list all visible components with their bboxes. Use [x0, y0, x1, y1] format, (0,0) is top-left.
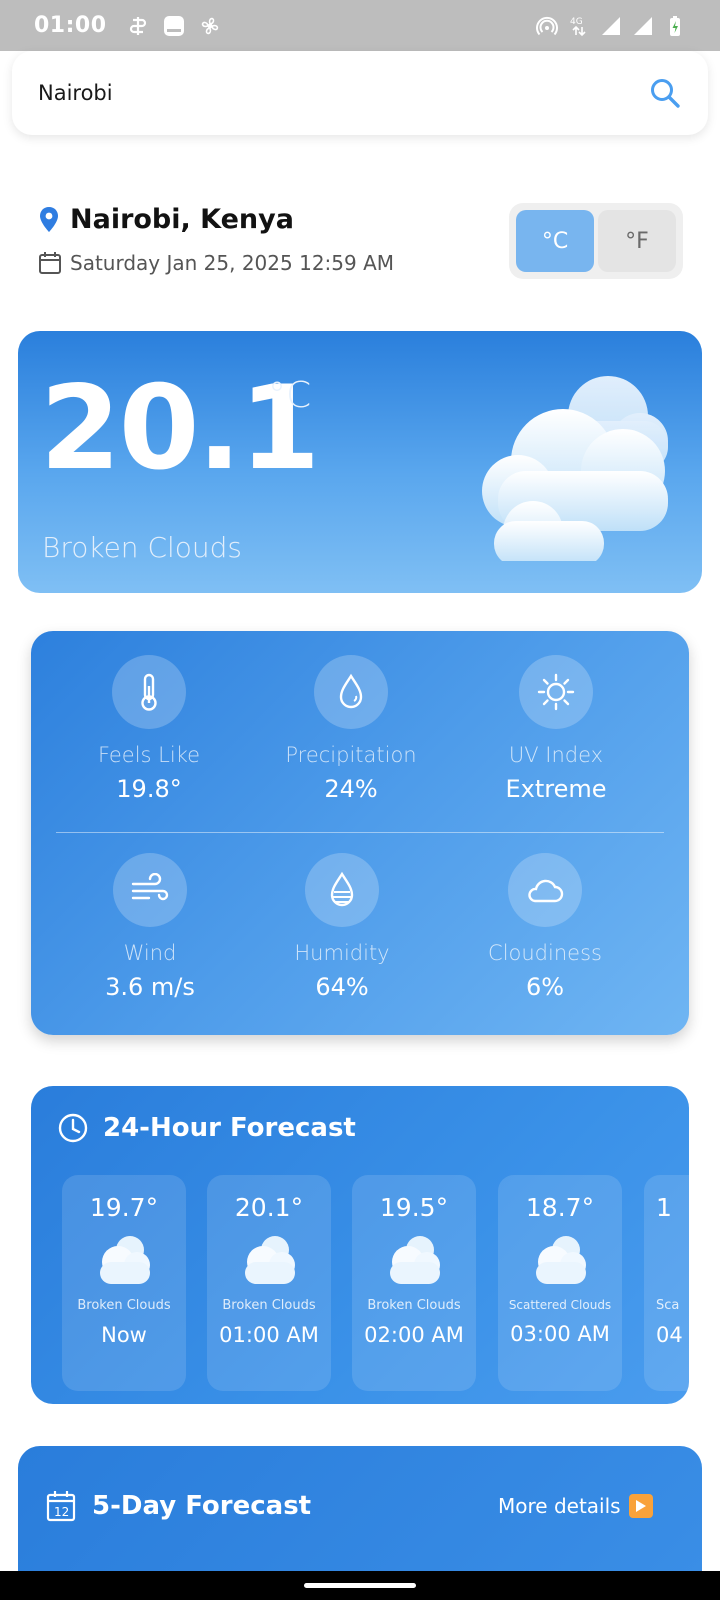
- search-bar: [12, 51, 708, 135]
- details-divider: [56, 832, 664, 833]
- detail-label: Precipitation: [285, 743, 417, 767]
- hour-temp: 19.7°: [89, 1193, 159, 1222]
- cloud-icon: [100, 1236, 150, 1284]
- date-time: Saturday Jan 25, 2025 12:59 AM: [70, 251, 395, 275]
- hour-temp: 1: [656, 1193, 672, 1222]
- hour-temp: 19.5°: [379, 1193, 449, 1222]
- cloud-icon: [536, 1236, 586, 1284]
- detail-value: Extreme: [505, 775, 607, 803]
- temperature-unit: °C: [268, 375, 312, 416]
- hour-condition: Broken Clouds: [222, 1298, 316, 1313]
- detail-value: 3.6 m/s: [105, 973, 195, 1001]
- detail-label: Feels Like: [97, 743, 201, 767]
- signal-icon: [602, 16, 620, 35]
- hour-condition: Broken Clouds: [367, 1298, 461, 1313]
- battery-charging-icon: [670, 15, 680, 36]
- network-4g-icon: 4G: [570, 17, 586, 36]
- cloud-icon: [508, 853, 582, 927]
- location-row: Nairobi, Kenya: [38, 204, 294, 235]
- square-app-icon: [163, 15, 184, 36]
- clock-icon: [58, 1113, 88, 1143]
- fahrenheit-button[interactable]: °F: [598, 210, 676, 272]
- hour-tile[interactable]: 20.1° Broken Clouds 01:00 AM: [207, 1175, 331, 1391]
- svg-text:12: 12: [54, 1505, 69, 1519]
- svg-text:4G: 4G: [570, 17, 583, 27]
- search-input[interactable]: [38, 81, 648, 105]
- hourly-title: 24-Hour Forecast: [103, 1113, 356, 1143]
- weather-details-card: Feels Like 19.8° Precipitation 24% UV In…: [31, 631, 689, 1035]
- system-nav-bar: [0, 1571, 720, 1600]
- thermometer-icon: [112, 655, 186, 729]
- hour-temp: 20.1°: [234, 1193, 304, 1222]
- detail-label: Cloudiness: [488, 941, 602, 965]
- hour-time: Now: [101, 1323, 147, 1347]
- play-icon: [628, 1494, 653, 1518]
- sun-icon: [519, 655, 593, 729]
- hour-condition: Broken Clouds: [77, 1298, 171, 1313]
- home-handle[interactable]: [304, 1583, 416, 1588]
- more-details-link[interactable]: More details: [498, 1494, 653, 1518]
- fan-icon: [201, 17, 218, 34]
- wind-icon: [113, 853, 187, 927]
- detail-label: UV Index: [508, 743, 604, 767]
- detail-label: Wind: [123, 941, 177, 965]
- calendar-icon: [39, 252, 61, 274]
- detail-label: Humidity: [294, 941, 390, 965]
- hour-time: 03:00 AM: [510, 1322, 610, 1346]
- hour-time: 02:00 AM: [364, 1323, 464, 1347]
- detail-value: 19.8°: [116, 775, 182, 803]
- hotspot-icon: [536, 16, 558, 35]
- status-right-icons: 4G: [536, 15, 686, 37]
- status-bar: 01:00 4G: [0, 0, 720, 51]
- hour-tile[interactable]: 19.5° Broken Clouds 02:00 AM: [352, 1175, 476, 1391]
- detail-value: 64%: [315, 973, 369, 1001]
- cloud-icon: [390, 1236, 440, 1284]
- current-condition: Broken Clouds: [42, 531, 243, 564]
- five-day-header: 12 5-Day Forecast: [46, 1490, 311, 1522]
- five-day-title: 5-Day Forecast: [92, 1491, 312, 1521]
- status-time: 01:00: [34, 13, 107, 38]
- unit-toggle: °C °F: [509, 203, 683, 279]
- detail-precipitation: Precipitation 24%: [251, 655, 451, 803]
- hour-tile[interactable]: 18.7° Scattered Clouds 03:00 AM: [498, 1175, 622, 1391]
- cloud-icon: [482, 376, 668, 561]
- celsius-button[interactable]: °C: [516, 210, 594, 272]
- calendar-icon: 12: [46, 1491, 76, 1522]
- sync-icon: [129, 16, 146, 35]
- hour-time: 04: [656, 1323, 683, 1347]
- status-left-icons: [127, 15, 221, 37]
- cloud-icon: [245, 1236, 295, 1284]
- current-weather-card: 20.1 °C Broken Clouds: [18, 331, 702, 593]
- detail-humidity: Humidity 64%: [242, 853, 442, 1001]
- detail-uv-index: UV Index Extreme: [456, 655, 656, 803]
- hour-temp: 18.7°: [525, 1193, 595, 1222]
- humidity-icon: [305, 853, 379, 927]
- detail-value: 6%: [525, 973, 565, 1001]
- location-pin-icon: [40, 206, 58, 232]
- hourly-header: 24-Hour Forecast: [57, 1112, 356, 1144]
- hour-condition: Scattered Clouds: [508, 1298, 612, 1312]
- search-icon[interactable]: [648, 76, 682, 110]
- more-details-label: More details: [498, 1494, 621, 1518]
- location-name: Nairobi, Kenya: [70, 204, 294, 235]
- hour-time: 01:00 AM: [219, 1323, 319, 1347]
- detail-cloudiness: Cloudiness 6%: [445, 853, 645, 1001]
- detail-value: 24%: [324, 775, 378, 803]
- detail-feels-like: Feels Like 19.8°: [49, 655, 249, 803]
- detail-wind: Wind 3.6 m/s: [50, 853, 250, 1001]
- hour-tile[interactable]: 19.7° Broken Clouds Now: [62, 1175, 186, 1391]
- five-day-forecast-card: 12 5-Day Forecast More details: [18, 1446, 702, 1586]
- hour-condition: Sca: [656, 1298, 680, 1313]
- date-row: Saturday Jan 25, 2025 12:59 AM: [38, 251, 394, 275]
- hourly-forecast-card[interactable]: 24-Hour Forecast 19.7° Broken Clouds Now…: [31, 1086, 689, 1404]
- signal-icon-2: [634, 16, 652, 35]
- hour-tile[interactable]: 1 Sca 04: [644, 1175, 689, 1391]
- droplet-icon: [314, 655, 388, 729]
